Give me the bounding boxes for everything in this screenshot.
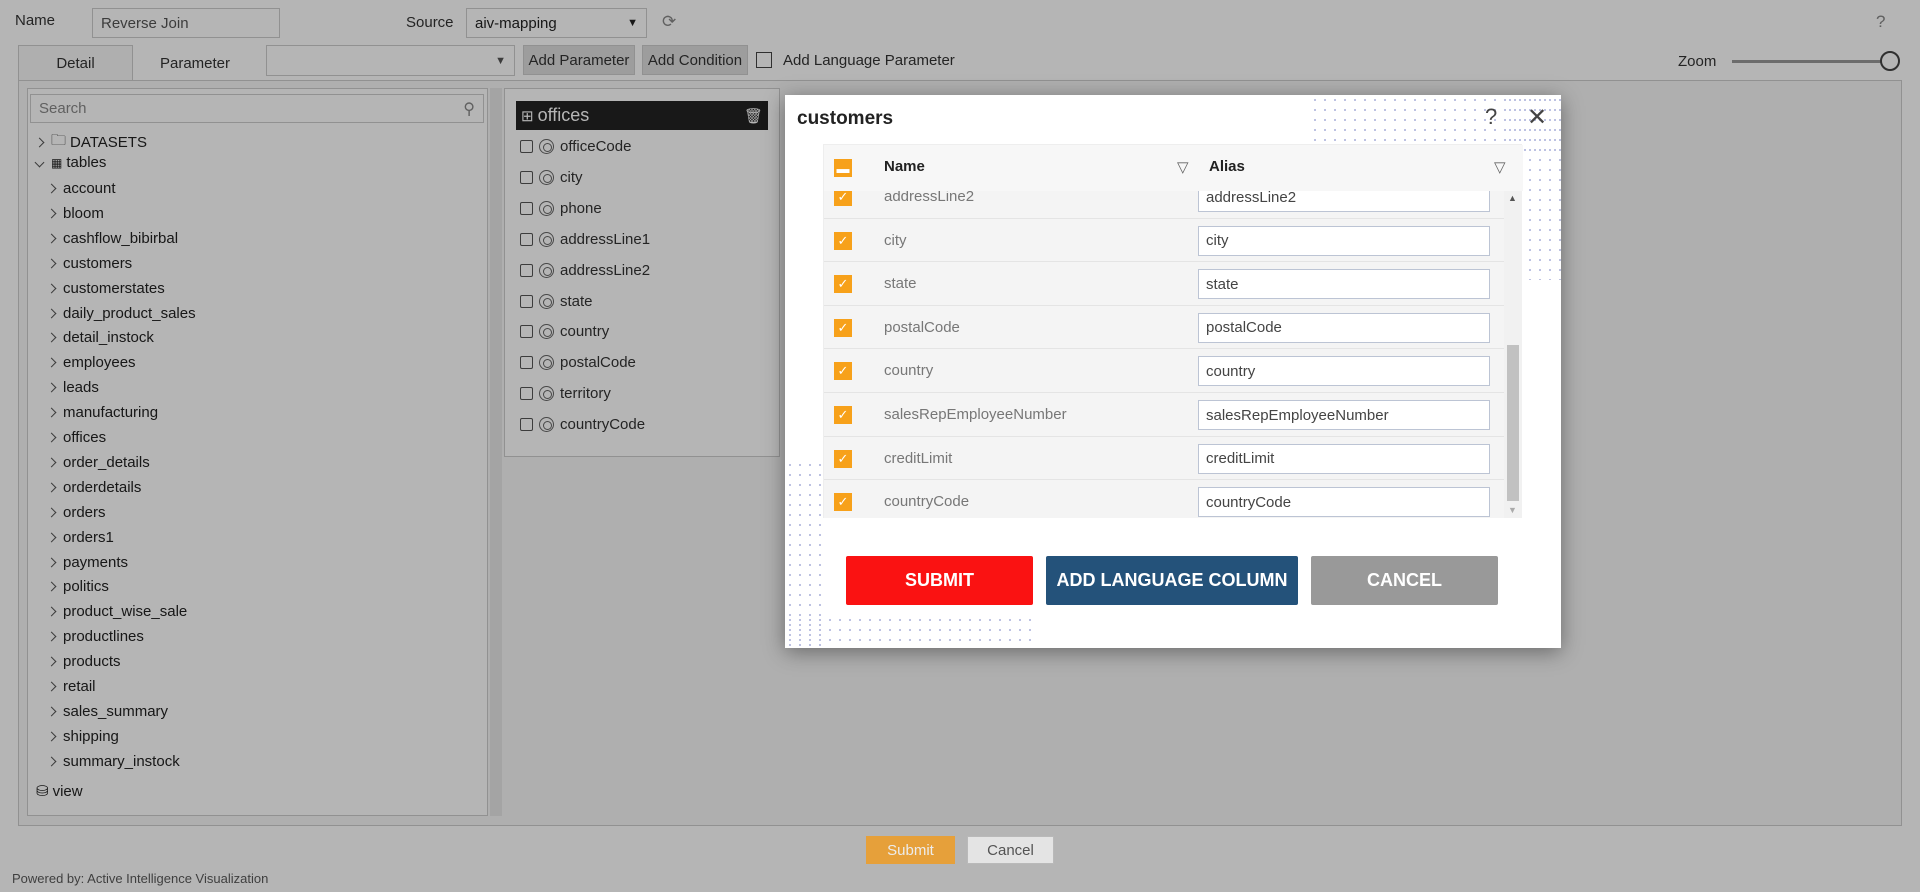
alias-input[interactable]: addressLine2 — [1198, 191, 1490, 212]
filter-icon[interactable]: ▽ — [1177, 158, 1189, 176]
dialog-submit-button[interactable]: SUBMIT — [846, 556, 1033, 605]
alias-input[interactable]: salesRepEmployeeNumber — [1198, 400, 1490, 430]
powered-by: Powered by: Active Intelligence Visualiz… — [12, 871, 269, 886]
columns-grid: ▬ Name ▽ Alias ▽ ✓ addressLine2 addressLin… — [823, 144, 1523, 518]
dialog-help-icon[interactable]: ? — [1485, 104, 1497, 130]
row-checkbox[interactable]: ✓ — [834, 493, 852, 512]
column-name: city — [884, 231, 907, 249]
alias-input[interactable]: countryCode — [1198, 487, 1490, 518]
column-row: ✓ state state — [824, 262, 1504, 306]
column-row: ✓ postalCode postalCode — [824, 305, 1504, 350]
row-checkbox[interactable]: ✓ — [834, 318, 852, 337]
column-row: ✓ salesRepEmployeeNumber salesRepEmployeeN… — [824, 393, 1504, 437]
dialog-cancel-button[interactable]: CANCEL — [1311, 556, 1498, 605]
column-row: ✓ country country — [824, 349, 1504, 393]
column-row: ✓ addressLine2 addressLine2 — [824, 191, 1504, 219]
column-row: ✓ countryCode countryCode — [824, 480, 1504, 518]
row-checkbox[interactable]: ✓ — [834, 406, 852, 424]
alias-input[interactable]: country — [1198, 356, 1490, 387]
column-name: postalCode — [884, 318, 960, 336]
column-dialog: customers ? ✕ ▬ Name ▽ Alias ▽ ✓ addressL… — [785, 95, 1561, 648]
alias-input[interactable]: city — [1198, 225, 1490, 256]
alias-column-header: Alias — [1209, 158, 1245, 175]
footer-cancel-button[interactable]: Cancel — [967, 836, 1054, 864]
column-name: state — [884, 275, 917, 293]
add-language-column-button[interactable]: ADD LANGUAGE COLUMN — [1046, 556, 1298, 605]
row-checkbox[interactable]: ✓ — [834, 275, 852, 294]
column-name: countryCode — [884, 493, 970, 511]
filter-icon[interactable]: ▽ — [1494, 158, 1506, 176]
grid-body: ✓ addressLine2 addressLine2 ✓ city city ✓ state… — [824, 191, 1504, 518]
name-column-header: Name — [884, 158, 925, 175]
column-name: salesRepEmployeeNumber — [884, 406, 1067, 423]
row-checkbox[interactable]: ✓ — [834, 231, 852, 250]
scroll-up-icon[interactable]: ▲ — [1508, 193, 1517, 203]
footer-submit-button[interactable]: Submit — [866, 836, 955, 864]
column-row: ✓ city city — [824, 218, 1504, 263]
row-checkbox[interactable]: ✓ — [834, 449, 852, 468]
column-name: addressLine2 — [884, 191, 975, 205]
row-checkbox[interactable]: ✓ — [834, 362, 852, 381]
column-name: creditLimit — [884, 449, 953, 467]
column-row: ✓ creditLimit creditLimit — [824, 436, 1504, 481]
alias-input[interactable]: creditLimit — [1198, 443, 1490, 474]
select-all-checkbox[interactable]: ▬ — [834, 159, 852, 177]
row-checkbox[interactable]: ✓ — [834, 191, 852, 206]
alias-input[interactable]: postalCode — [1198, 312, 1490, 343]
grid-scrollbar[interactable]: ▲ ▼ — [1504, 191, 1522, 518]
dialog-title: customers — [797, 108, 894, 129]
grid-header: ▬ Name ▽ Alias ▽ — [824, 145, 1523, 191]
alias-input[interactable]: state — [1198, 269, 1490, 300]
scrollbar-thumb[interactable] — [1507, 345, 1519, 501]
close-icon[interactable]: ✕ — [1527, 103, 1547, 132]
scroll-down-icon[interactable]: ▼ — [1508, 505, 1517, 515]
column-name: country — [884, 362, 934, 380]
